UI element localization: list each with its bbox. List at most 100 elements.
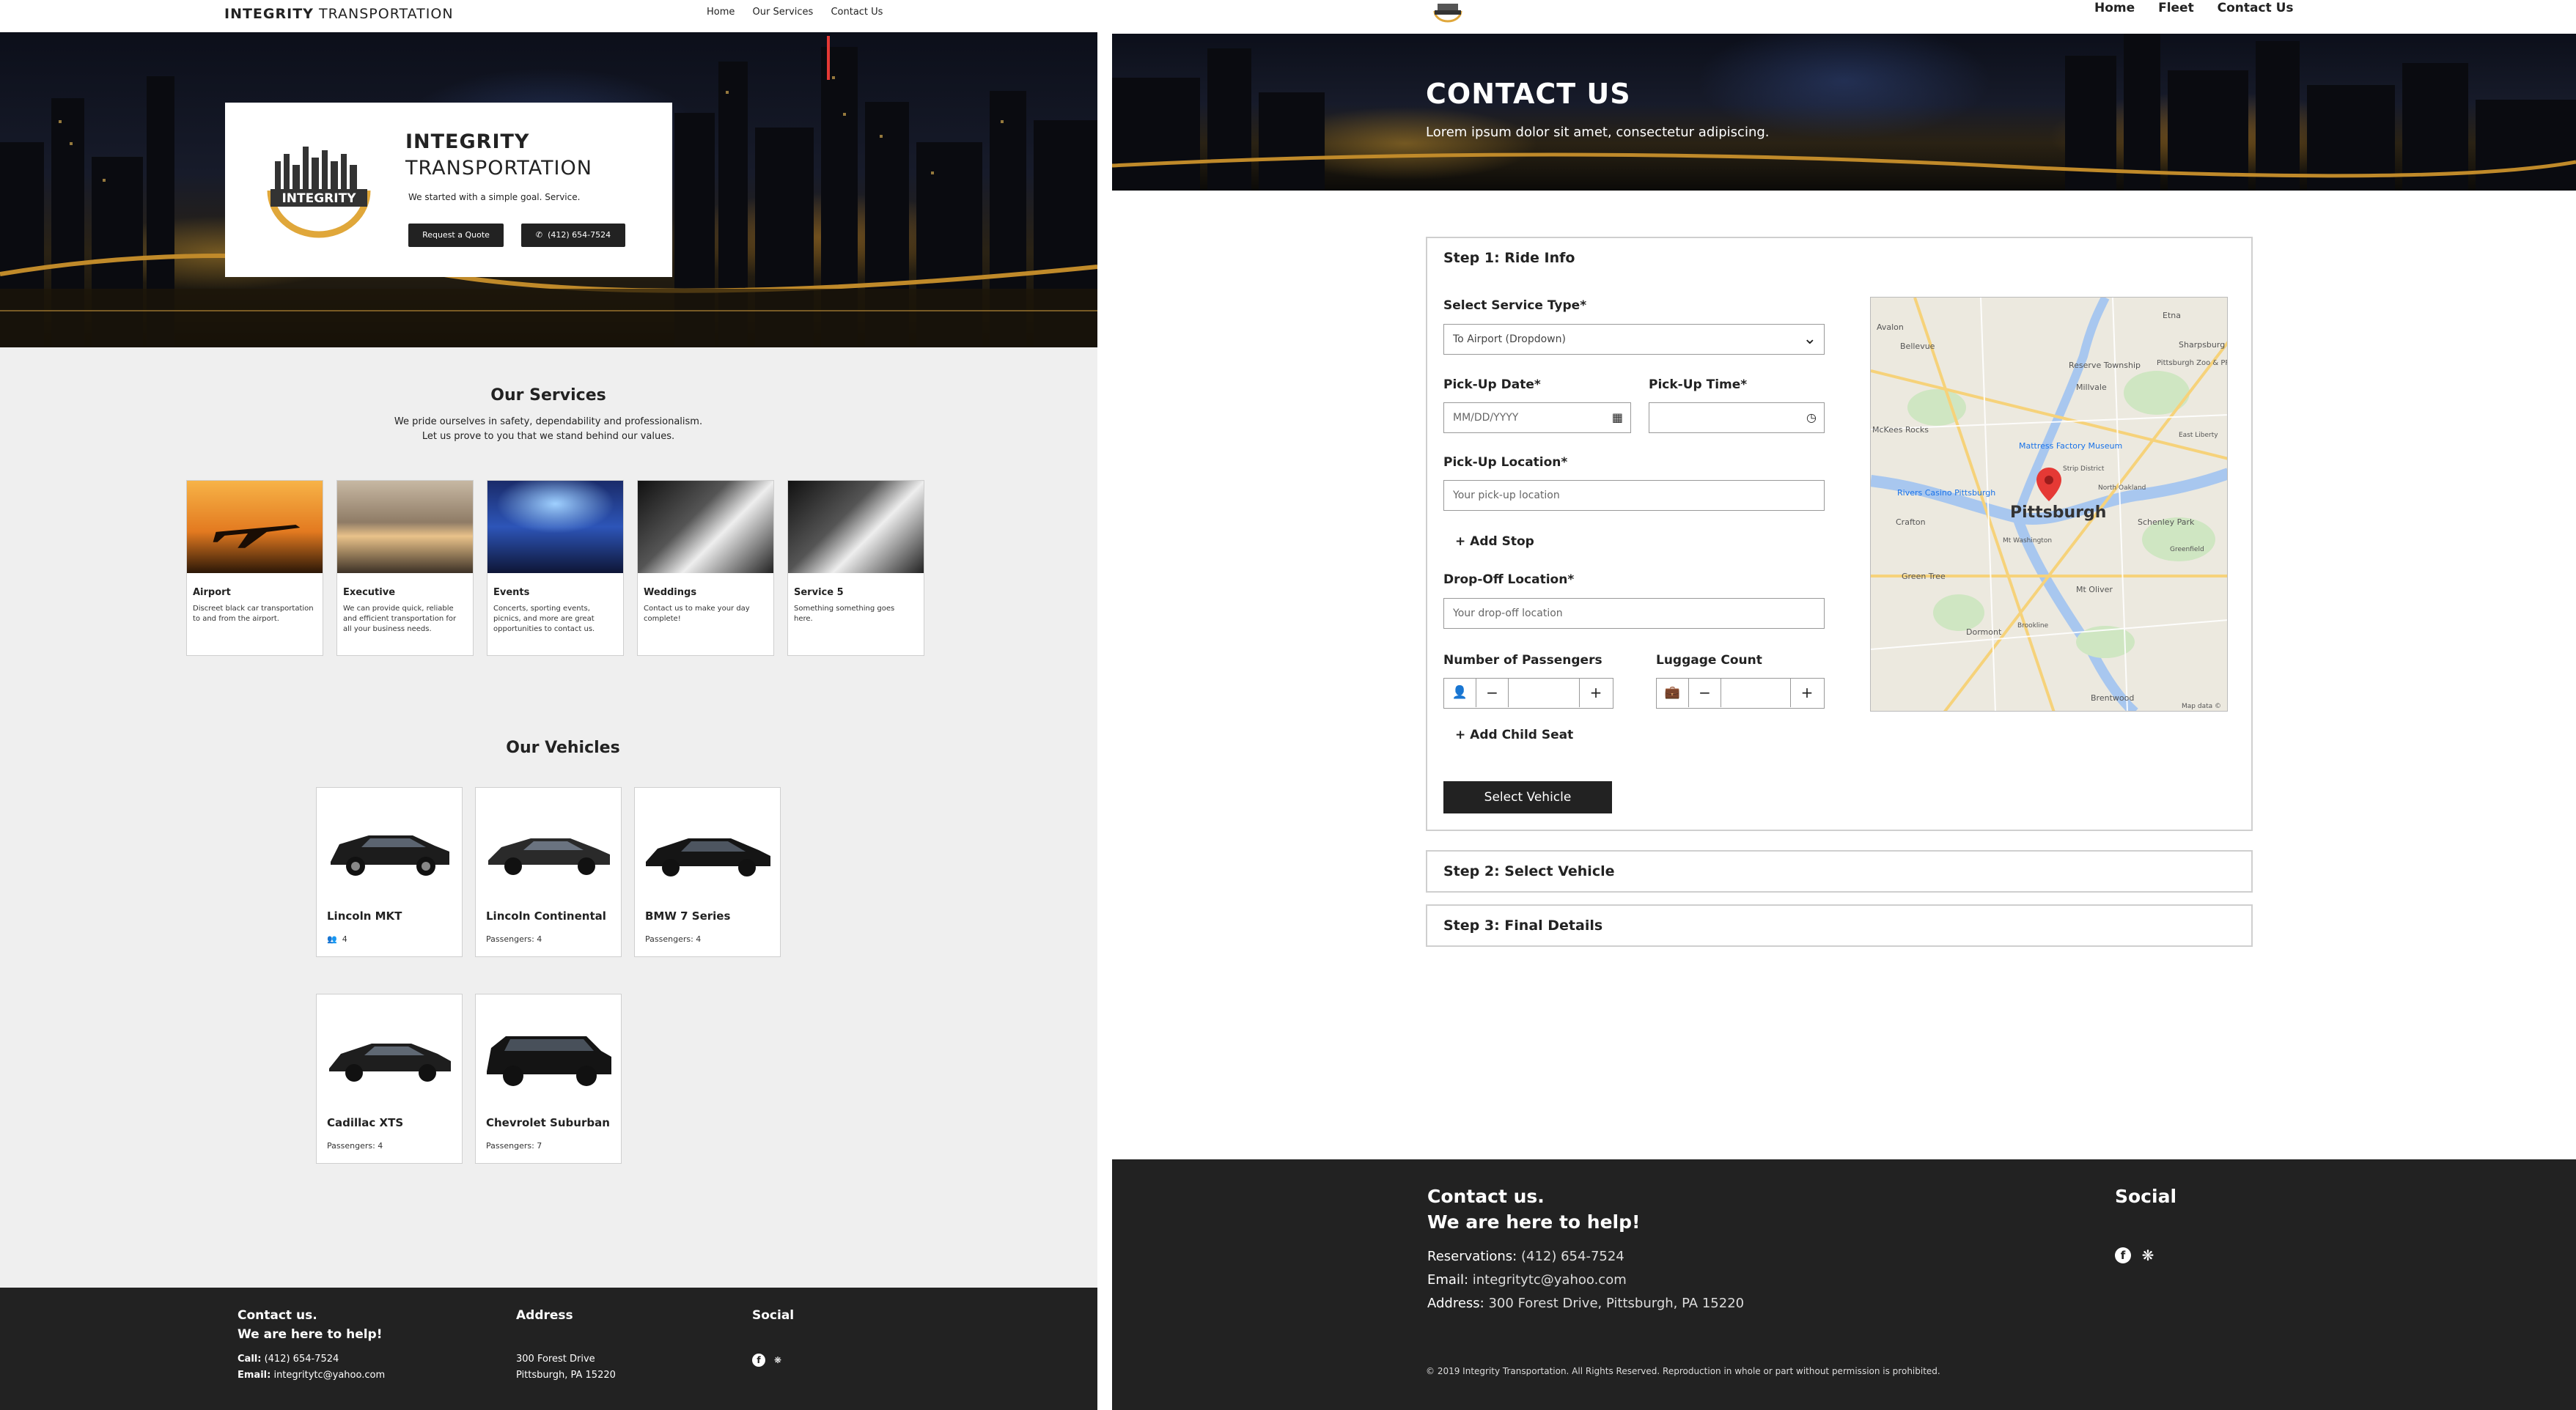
luggage-plus-button[interactable]: + [1790,679,1823,707]
step3-final-details-panel[interactable]: Step 3: Final Details [1426,904,2253,947]
svg-text:North Oakland: North Oakland [2098,484,2146,492]
footer-email[interactable]: Email: integritytc@yahoo.com [238,1370,385,1381]
svg-text:Greenfield: Greenfield [2170,546,2204,553]
step3-title: Step 3: Final Details [1443,918,1603,934]
footer-address-heading: Address [516,1308,573,1323]
phone-button-label: (412) 654-7524 [548,230,611,240]
nav-home[interactable]: Home [2094,1,2135,15]
footer-contact-heading: Contact us. We are here to help! [1427,1186,1641,1233]
vehicle-card-lincoln-continental[interactable]: Lincoln Continental Passengers: 4 [475,787,622,957]
facebook-icon[interactable]: f [2115,1247,2131,1263]
vehicle-card-lincoln-mkt[interactable]: Lincoln MKT 👥 4 [316,787,463,957]
car-image [476,995,620,1105]
footer-address-line1: 300 Forest Drive [516,1354,595,1365]
svg-text:Strip District: Strip District [2063,465,2105,473]
contact-hero-title: CONTACT US [1426,78,1631,110]
chevron-down-icon: ⌄ [1803,330,1817,348]
nav-our-services[interactable]: Our Services [753,7,814,18]
step1-ride-info-panel: Step 1: Ride Info Select Service Type* T… [1426,237,2253,831]
svg-text:Sharpsburg: Sharpsburg [2179,340,2225,350]
service-type-label: Select Service Type* [1443,298,1587,313]
dropoff-location-input[interactable]: Your drop-off location [1443,598,1825,629]
clock-icon[interactable]: ◷ [1806,403,1817,432]
pickup-location-label: Pick-Up Location* [1443,455,1568,470]
service-card-airport[interactable]: Airport Discreet black car transportatio… [186,480,323,656]
nav-contact-us[interactable]: Contact Us [831,7,883,18]
service-type-select[interactable]: To Airport (Dropdown) ⌄ [1443,324,1825,355]
svg-text:Schenley Park: Schenley Park [2138,517,2195,527]
logo-text: INTEGRITY [281,191,356,206]
calendar-icon[interactable]: ▦ [1612,403,1623,432]
facebook-icon[interactable]: f [752,1354,765,1367]
hero-title-line2: TRANSPORTATION [405,157,592,180]
contact-hero-subtitle: Lorem ipsum dolor sit amet, consectetur … [1426,125,1770,140]
contact-page: Home Fleet Contact Us CONTACT US Lorem i… [1112,0,2576,1410]
brand-link[interactable]: INTEGRITY TRANSPORTATION [224,6,454,22]
integrity-logo: INTEGRITY [267,147,371,238]
vehicle-card-cadillac-xts[interactable]: Cadillac XTS Passengers: 4 [316,994,463,1164]
svg-text:Green Tree: Green Tree [1902,572,1946,581]
service-card-events[interactable]: Events Concerts, sporting events, picnic… [487,480,624,656]
pickup-time-label: Pick-Up Time* [1649,377,1748,392]
luggage-label: Luggage Count [1656,653,1762,668]
select-vehicle-button[interactable]: Select Vehicle [1443,781,1612,813]
add-child-seat-link[interactable]: + Add Child Seat [1455,728,1573,742]
service-card-service5[interactable]: Service 5 Something something goes here. [787,480,924,656]
footer-email[interactable]: Email: integritytc@yahoo.com [1427,1272,1627,1288]
step2-title: Step 2: Select Vehicle [1443,863,1615,879]
svg-text:Crafton: Crafton [1896,517,1926,527]
footer-contact-heading: Contact us. We are here to help! [238,1308,383,1342]
hero-title-line1: INTEGRITY [405,130,530,153]
passengers-count-input[interactable] [1509,679,1579,707]
vehicle-card-bmw-7-series[interactable]: BMW 7 Series Passengers: 4 [634,787,781,957]
pickup-time-input[interactable]: ◷ [1649,402,1825,433]
passengers-icon: 👥 [327,934,337,944]
vehicles-title: Our Vehicles [506,739,620,757]
svg-text:McKees Rocks: McKees Rocks [1872,425,1929,435]
svg-text:Mt Washington: Mt Washington [2003,537,2052,545]
add-stop-link[interactable]: + Add Stop [1455,534,1534,549]
svg-text:Millvale: Millvale [2076,383,2107,392]
nav-fleet[interactable]: Fleet [2158,1,2194,15]
person-icon: 👤 [1444,679,1476,707]
pittsburgh-map[interactable]: Pittsburgh Avalon Bellevue Etna Sharpsbu… [1870,297,2228,712]
luggage-stepper: 💼 − + [1656,678,1825,709]
car-image [317,789,461,898]
phone-button[interactable]: ✆ (412) 654-7524 [521,224,625,247]
phone-icon: ✆ [535,230,543,240]
nav-home[interactable]: Home [707,7,735,18]
yelp-icon[interactable]: ❋ [771,1354,784,1367]
airport-image [187,481,323,573]
yelp-icon[interactable]: ❋ [2140,1247,2156,1264]
svg-text:Brentwood: Brentwood [2091,693,2134,703]
contact-navbar: Home Fleet Contact Us [1112,0,2576,34]
service5-image [788,481,924,573]
svg-text:Avalon: Avalon [1877,322,1904,332]
footer-social-heading: Social [2115,1186,2177,1207]
svg-text:Dormont: Dormont [1966,627,2002,637]
pickup-location-input[interactable]: Your pick-up location [1443,480,1825,511]
home-navbar: INTEGRITY TRANSPORTATION Home Our Servic… [0,0,1097,32]
footer-reservations: Reservations: (412) 654-7524 [1427,1249,1624,1264]
step2-select-vehicle-panel[interactable]: Step 2: Select Vehicle [1426,850,2253,893]
passengers-minus-button[interactable]: − [1476,679,1509,707]
footer-call: Call: (412) 654-7524 [238,1354,339,1365]
luggage-count-input[interactable] [1721,679,1790,707]
passengers-plus-button[interactable]: + [1579,679,1612,707]
pickup-date-input[interactable]: MM/DD/YYYY ▦ [1443,402,1631,433]
service-card-weddings[interactable]: Weddings Contact us to make your day com… [637,480,774,656]
city-skyline-image [1112,34,2576,191]
svg-text:Mattress Factory Museum: Mattress Factory Museum [2019,441,2122,451]
vehicle-card-chevrolet-suburban[interactable]: Chevrolet Suburban Passengers: 7 [475,994,622,1164]
map-graphic: Pittsburgh Avalon Bellevue Etna Sharpsbu… [1871,298,2228,711]
luggage-minus-button[interactable]: − [1689,679,1721,707]
nav-contact-us[interactable]: Contact Us [2218,1,2294,15]
svg-text:East Liberty: East Liberty [2179,432,2218,439]
svg-text:Etna: Etna [2163,311,2181,320]
request-quote-button[interactable]: Request a Quote [408,224,504,247]
service-card-executive[interactable]: Executive We can provide quick, reliable… [336,480,474,656]
svg-text:Map data ©: Map data © [2182,703,2221,710]
svg-text:Pittsburgh Zoo & PPG Aquarium: Pittsburgh Zoo & PPG Aquarium [2157,359,2228,367]
integrity-logo-small[interactable] [1432,1,1464,23]
step1-title[interactable]: Step 1: Ride Info [1443,250,1575,266]
